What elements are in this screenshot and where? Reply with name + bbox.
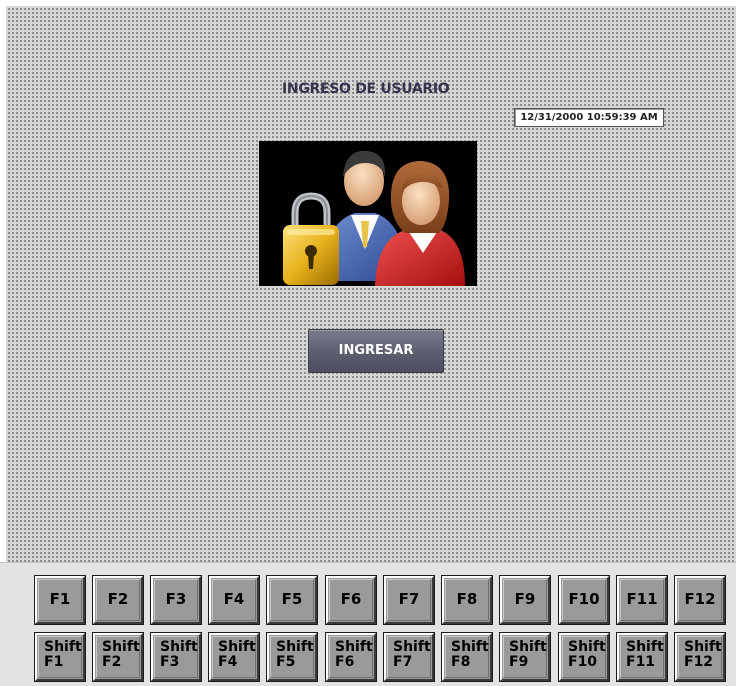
key-label-shift: Shift: [509, 639, 547, 655]
f8-key[interactable]: F8: [441, 575, 493, 625]
shift-f11-key[interactable]: Shift F11: [616, 632, 668, 682]
key-label: F11: [626, 590, 658, 608]
key-label: F7: [398, 590, 420, 608]
shift-f3-key[interactable]: Shift F3: [150, 632, 202, 682]
key-label-shift: Shift: [626, 639, 664, 655]
key-label: F12: [684, 590, 716, 608]
key-label-fn: F11: [626, 654, 656, 670]
f4-key[interactable]: F4: [208, 575, 260, 625]
f1-key[interactable]: F1: [34, 575, 86, 625]
shift-f2-key[interactable]: Shift F2: [92, 632, 144, 682]
f10-key[interactable]: F10: [558, 575, 610, 625]
shift-f8-key[interactable]: Shift F8: [441, 632, 493, 682]
page-title: INGRESO DE USUARIO: [282, 81, 450, 97]
key-label: F1: [49, 590, 71, 608]
key-label-fn: F8: [451, 654, 471, 670]
f11-key[interactable]: F11: [616, 575, 668, 625]
key-label-fn: F7: [393, 654, 413, 670]
key-label-fn: F2: [102, 654, 122, 670]
key-label-fn: F10: [568, 654, 598, 670]
shift-f7-key[interactable]: Shift F7: [383, 632, 435, 682]
function-key-bar: F1 F2 F3 F4 F5 F6 F7 F8 F9 F10 F11 F12 S…: [0, 562, 736, 686]
f9-key[interactable]: F9: [499, 575, 551, 625]
key-label-shift: Shift: [335, 639, 373, 655]
hmi-screen: INGRESO DE USUARIO 12/31/2000 10:59:39 A…: [6, 6, 736, 562]
key-label-fn: F3: [160, 654, 180, 670]
key-label-shift: Shift: [451, 639, 489, 655]
f3-key[interactable]: F3: [150, 575, 202, 625]
shift-f9-key[interactable]: Shift F9: [499, 632, 551, 682]
key-label: F3: [165, 590, 187, 608]
key-label-shift: Shift: [44, 639, 82, 655]
key-label-fn: F1: [44, 654, 64, 670]
f6-key[interactable]: F6: [325, 575, 377, 625]
shift-f6-key[interactable]: Shift F6: [325, 632, 377, 682]
f2-key[interactable]: F2: [92, 575, 144, 625]
users-lock-icon: [259, 141, 477, 286]
f5-key[interactable]: F5: [266, 575, 318, 625]
key-label-shift: Shift: [393, 639, 431, 655]
key-label-shift: Shift: [276, 639, 314, 655]
key-label-fn: F12: [684, 654, 714, 670]
key-label-shift: Shift: [684, 639, 722, 655]
key-label: F4: [223, 590, 245, 608]
key-label-shift: Shift: [102, 639, 140, 655]
key-label-fn: F5: [276, 654, 296, 670]
key-label: F6: [340, 590, 362, 608]
shift-f10-key[interactable]: Shift F10: [558, 632, 610, 682]
shift-f1-key[interactable]: Shift F1: [34, 632, 86, 682]
login-button[interactable]: INGRESAR: [308, 329, 444, 373]
shift-f12-key[interactable]: Shift F12: [674, 632, 726, 682]
key-label-fn: F9: [509, 654, 529, 670]
key-label: F10: [568, 590, 600, 608]
f12-key[interactable]: F12: [674, 575, 726, 625]
shift-f5-key[interactable]: Shift F5: [266, 632, 318, 682]
key-label-fn: F6: [335, 654, 355, 670]
f7-key[interactable]: F7: [383, 575, 435, 625]
key-label-shift: Shift: [218, 639, 256, 655]
key-label: F8: [456, 590, 478, 608]
date-time-field: 12/31/2000 10:59:39 AM: [514, 108, 664, 127]
key-label-shift: Shift: [568, 639, 606, 655]
key-label: F5: [281, 590, 303, 608]
key-label-shift: Shift: [160, 639, 198, 655]
key-label: F2: [107, 590, 129, 608]
shift-f4-key[interactable]: Shift F4: [208, 632, 260, 682]
key-label-fn: F4: [218, 654, 238, 670]
key-label: F9: [514, 590, 536, 608]
